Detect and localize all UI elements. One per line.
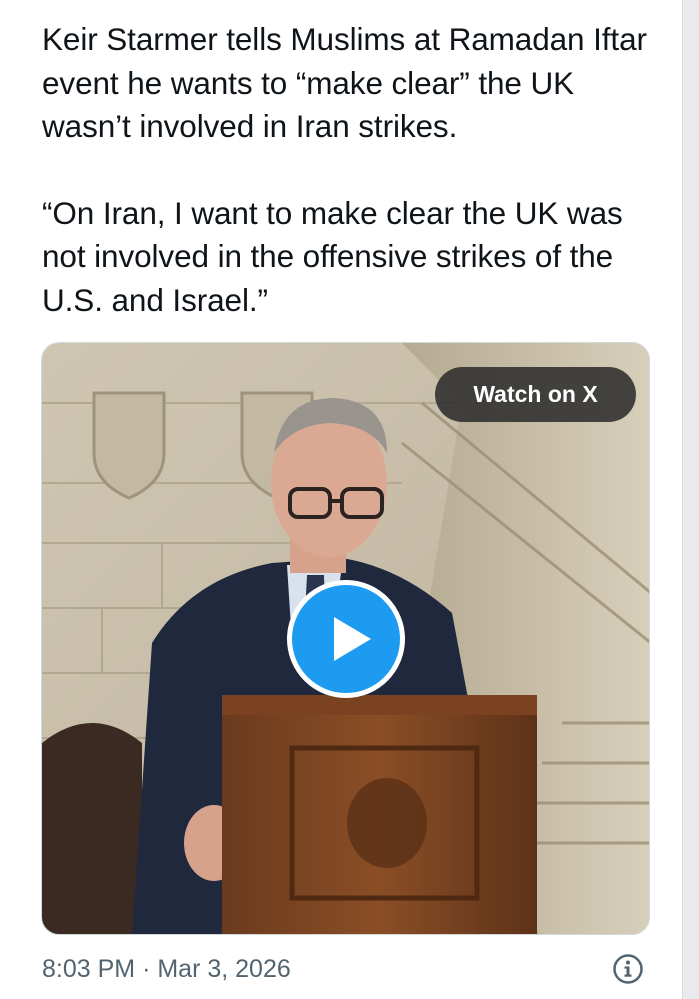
tweet-date: Mar 3, 2026	[157, 955, 291, 983]
play-button[interactable]	[287, 580, 405, 698]
video-thumbnail[interactable]: Watch on X	[41, 342, 650, 935]
tweet-paragraph-headline: Keir Starmer tells Muslims at Ramadan If…	[42, 21, 647, 144]
play-icon	[334, 617, 371, 661]
tweet-time: 8:03 PM	[42, 955, 136, 983]
info-icon[interactable]	[612, 953, 644, 985]
watch-on-x-button[interactable]: Watch on X	[435, 367, 636, 422]
tweet-paragraph-quote: “On Iran, I want to make clear the UK wa…	[42, 194, 623, 318]
tweet-timestamp[interactable]: 8:03 PM · Mar 3, 2026	[42, 950, 291, 988]
timestamp-separator: ·	[142, 955, 151, 983]
tweet-card: Keir Starmer tells Muslims at Ramadan If…	[0, 0, 683, 999]
tweet-text: Keir Starmer tells Muslims at Ramadan If…	[42, 18, 667, 322]
